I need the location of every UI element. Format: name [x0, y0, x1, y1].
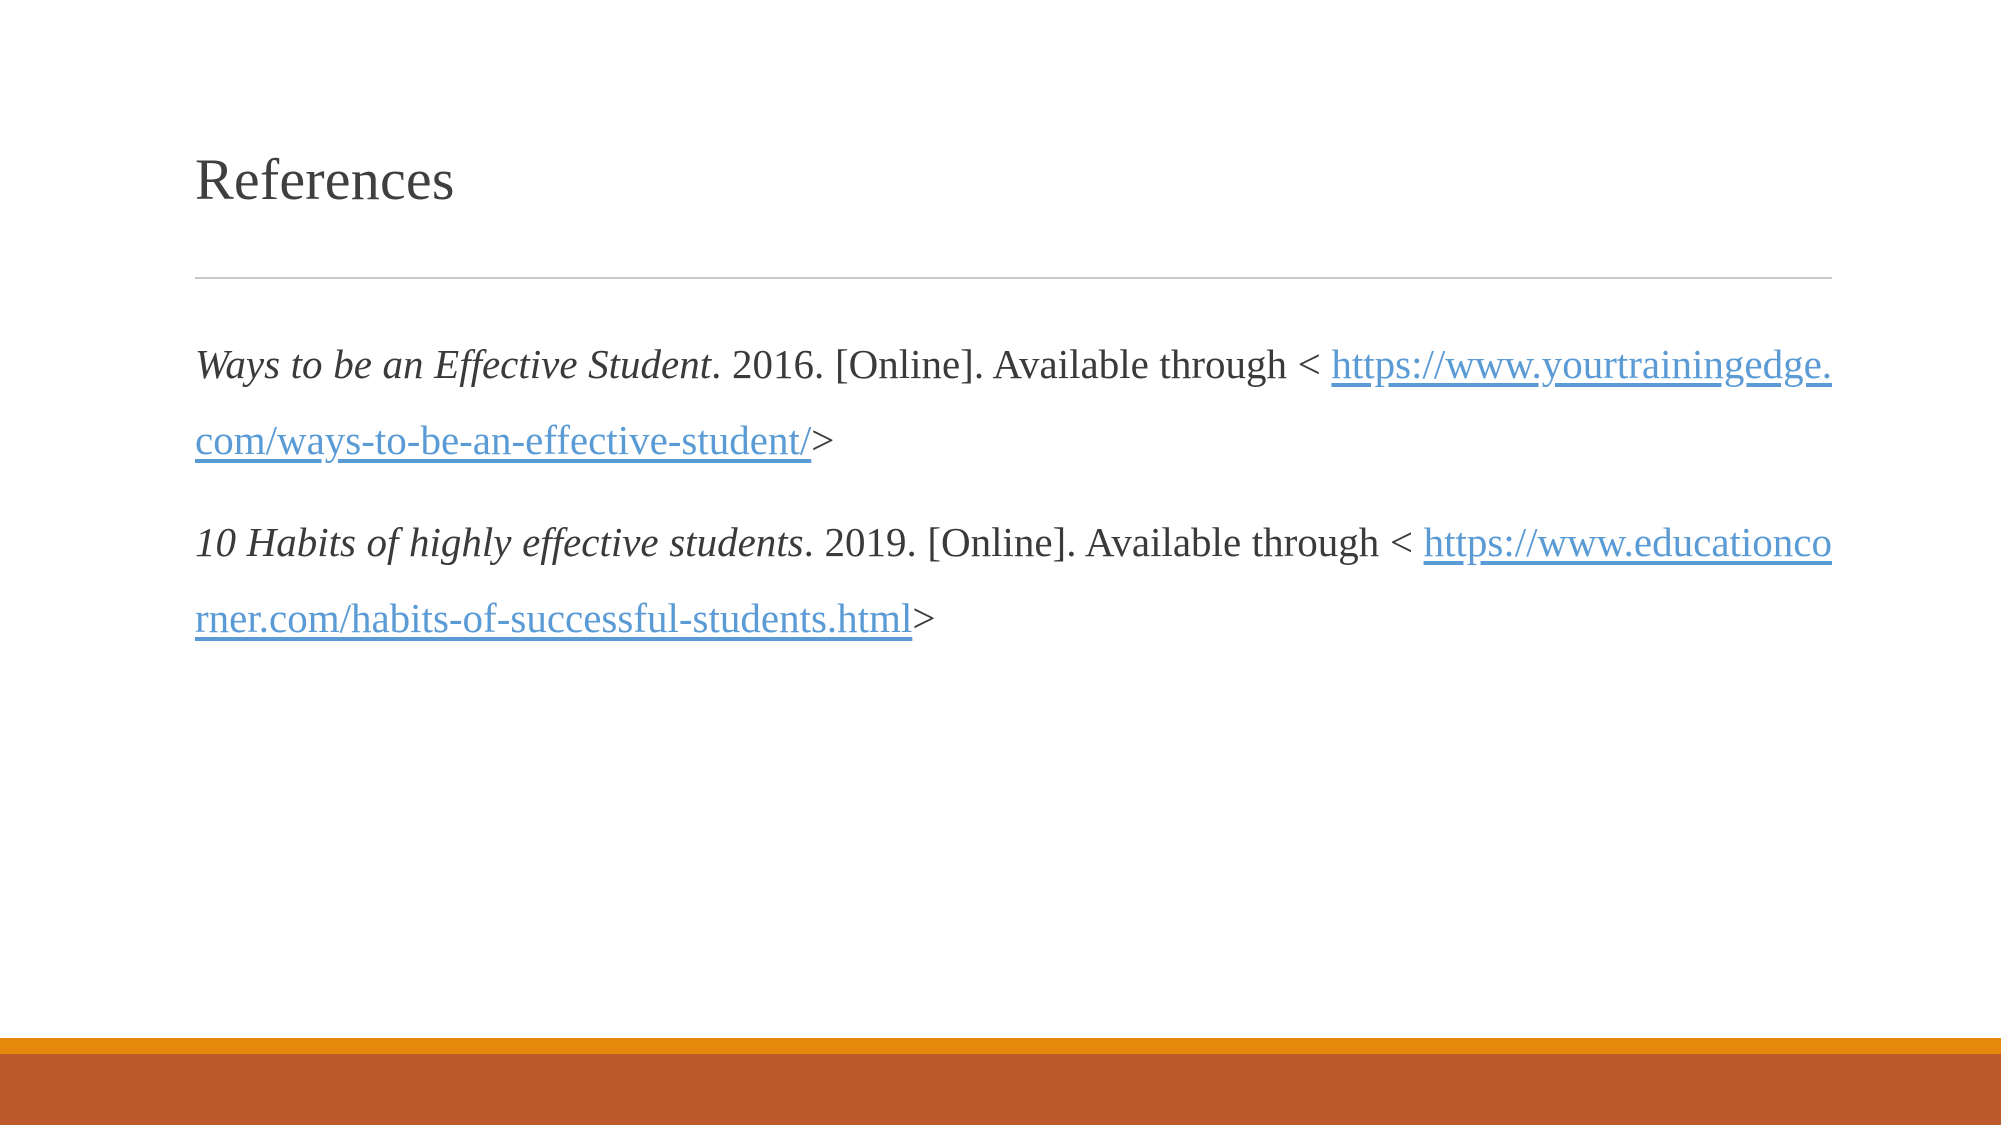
reference-open-bracket: <: [1297, 341, 1321, 387]
references-list: Ways to be an Effective Student. 2016. […: [195, 326, 1832, 656]
reference-year: 2019.: [824, 519, 917, 565]
reference-close-bracket: >: [811, 417, 835, 463]
reference-entry: Ways to be an Effective Student. 2016. […: [195, 326, 1832, 478]
reference-year: 2016.: [732, 341, 825, 387]
reference-entry: 10 Habits of highly effective students. …: [195, 504, 1832, 656]
reference-title: 10 Habits of highly effective students: [195, 519, 804, 565]
reference-available-through: Available through: [992, 341, 1287, 387]
reference-availability: [Online].: [834, 341, 985, 387]
reference-title-terminator: .: [803, 519, 814, 565]
reference-available-through: Available through: [1084, 519, 1380, 565]
reference-availability: [Online].: [927, 519, 1077, 565]
page-title: References: [195, 147, 455, 212]
reference-open-bracket: <: [1389, 519, 1413, 565]
slide: References Ways to be an Effective Stude…: [0, 0, 2001, 1125]
reference-title: Ways to be an Effective Student: [195, 341, 712, 387]
title-divider: [195, 277, 1832, 279]
footer-accent-bar-orange: [0, 1038, 2001, 1054]
reference-close-bracket: >: [912, 595, 936, 641]
reference-title-terminator: .: [711, 341, 722, 387]
footer-accent-bar-terracotta: [0, 1054, 2001, 1125]
